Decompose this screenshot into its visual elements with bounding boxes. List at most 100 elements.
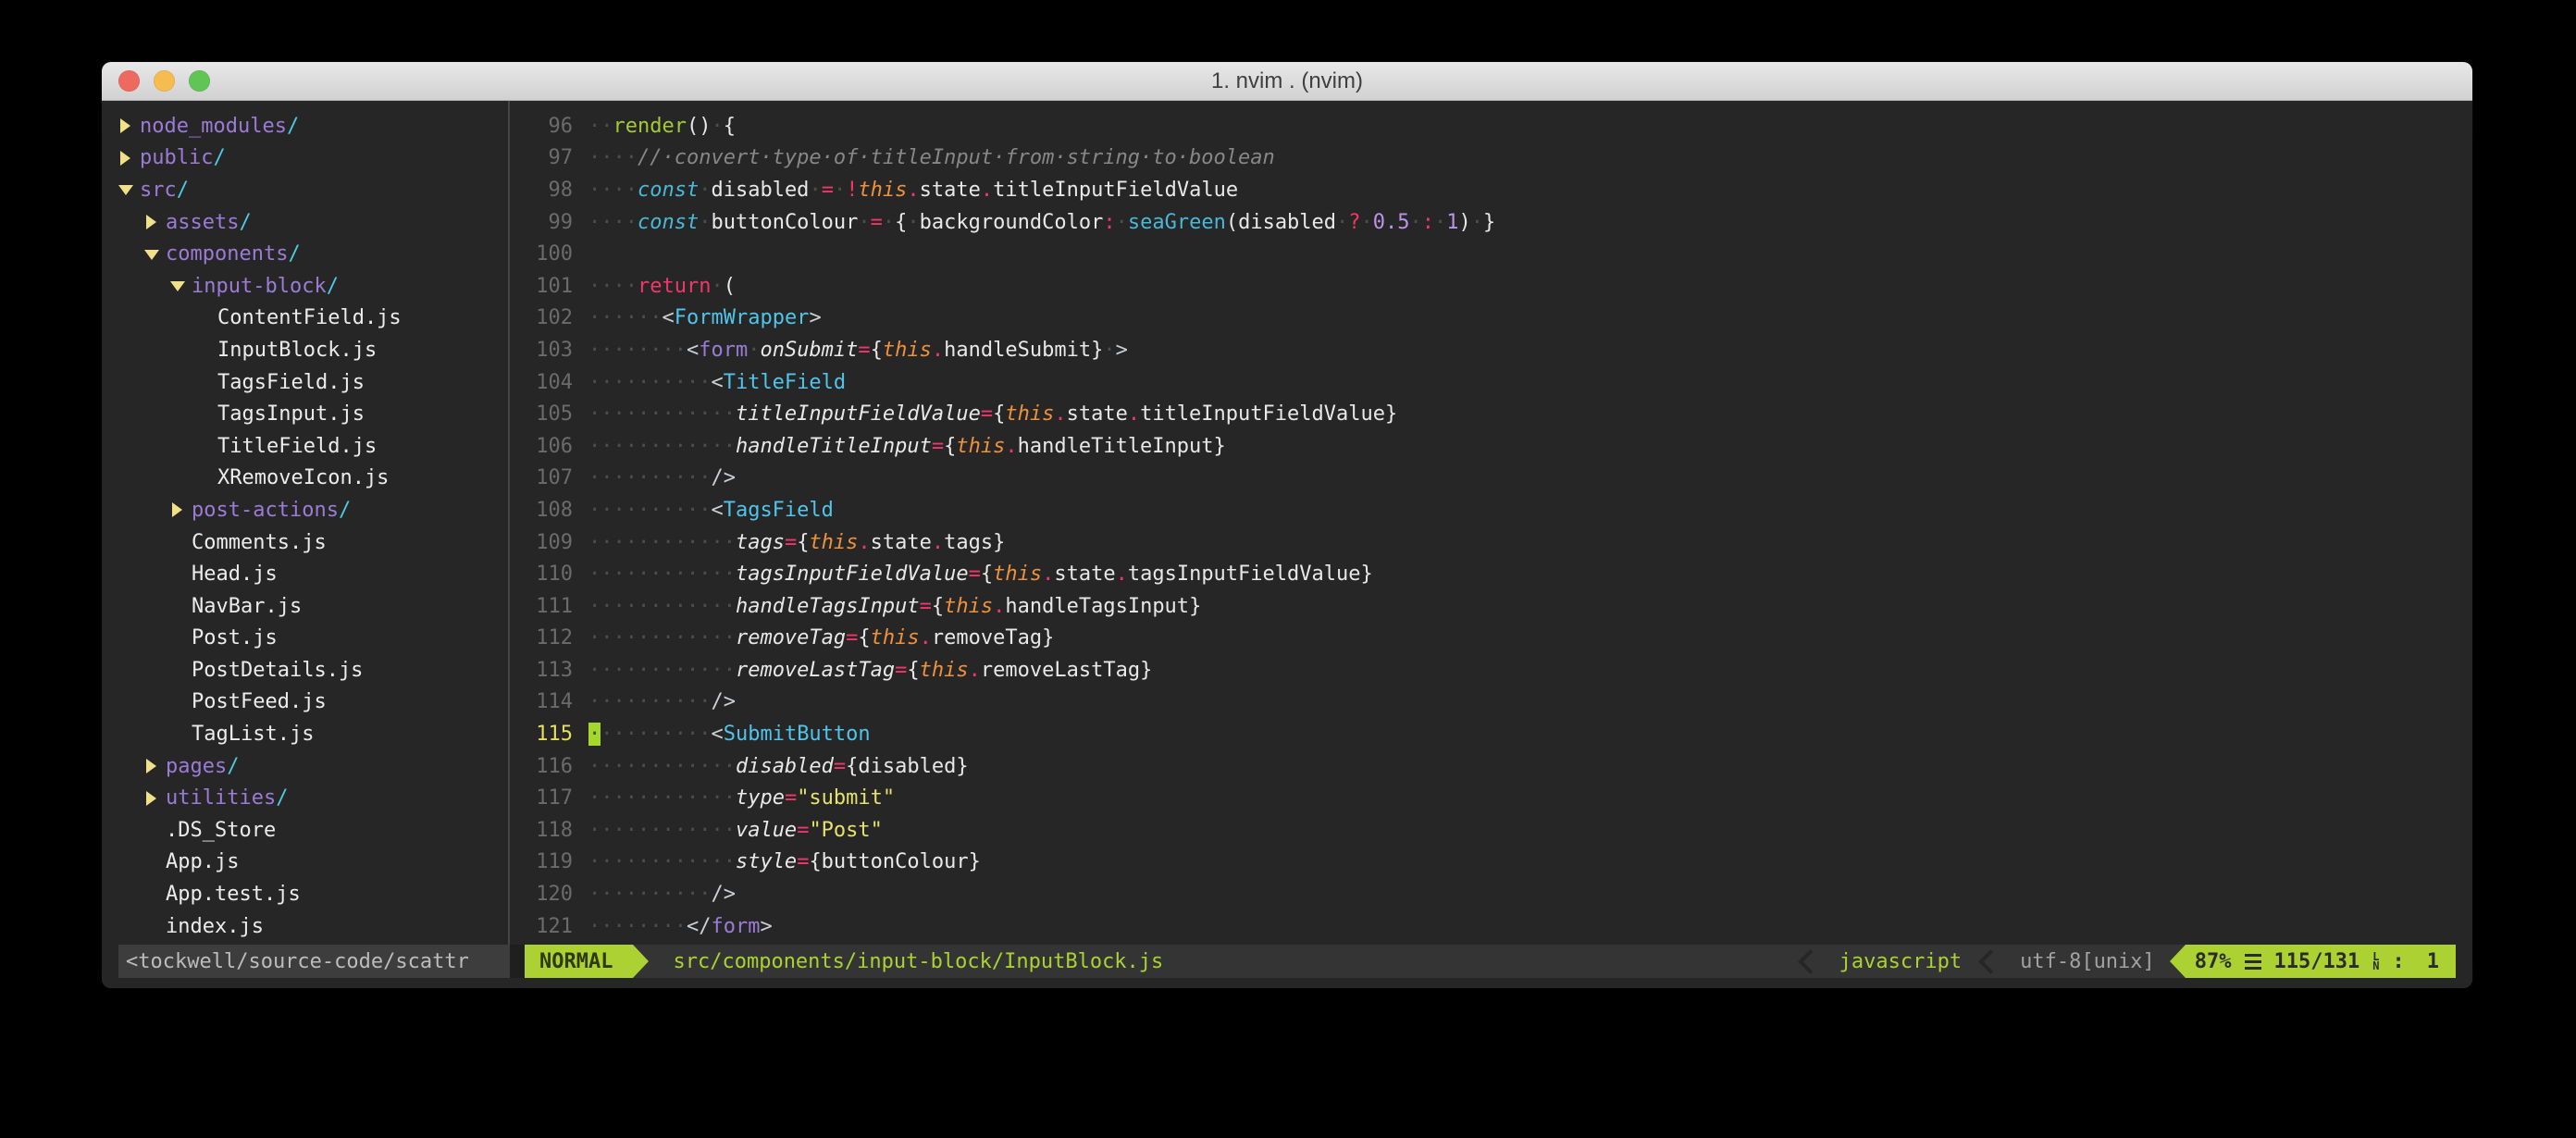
chevron-right-icon[interactable] bbox=[144, 206, 166, 239]
tree-item-Comments.js[interactable]: Comments.js bbox=[118, 526, 502, 559]
tree-item-TagsInput.js[interactable]: TagsInput.js bbox=[118, 398, 502, 430]
tree-item-NavBar.js[interactable]: NavBar.js bbox=[118, 590, 502, 623]
code-line-112[interactable]: 112············removeTag={this.removeTag… bbox=[515, 623, 2456, 655]
tree-item-TagsField.js[interactable]: TagsField.js bbox=[118, 366, 502, 399]
chevron-right-icon[interactable] bbox=[170, 494, 192, 526]
code-line-121[interactable]: 121········</form> bbox=[515, 910, 2456, 943]
token-ws: ············ bbox=[588, 786, 736, 810]
tree-item-src[interactable]: src/ bbox=[118, 174, 502, 206]
code-line-98[interactable]: 98····const·disabled·=·!this.state.title… bbox=[515, 174, 2456, 206]
tree-item-components[interactable]: components/ bbox=[118, 238, 502, 270]
code-line-103[interactable]: 103········<form·onSubmit={this.handleSu… bbox=[515, 334, 2456, 366]
tree-item-post-actions[interactable]: post-actions/ bbox=[118, 494, 502, 526]
token-nm: 1 bbox=[1446, 211, 1458, 234]
code-line-116[interactable]: 116············disabled={disabled} bbox=[515, 750, 2456, 783]
token-op: = bbox=[895, 659, 907, 682]
code-line-107[interactable]: 107··········/> bbox=[515, 463, 2456, 495]
code-line-100[interactable]: 100 bbox=[515, 238, 2456, 270]
zoom-button[interactable] bbox=[189, 70, 210, 92]
token-tx: { bbox=[944, 435, 956, 458]
minimize-button[interactable] bbox=[154, 70, 175, 92]
tree-item-ContentField.js[interactable]: ContentField.js bbox=[118, 303, 502, 335]
code-line-101[interactable]: 101····return·( bbox=[515, 270, 2456, 303]
code-line-118[interactable]: 118············value="Post" bbox=[515, 814, 2456, 847]
tree-item-pages[interactable]: pages/ bbox=[118, 750, 502, 783]
code-line-114[interactable]: 114··········/> bbox=[515, 687, 2456, 719]
cursor: · bbox=[588, 723, 601, 746]
code-line-119[interactable]: 119············style={buttonColour} bbox=[515, 847, 2456, 879]
code-line-120[interactable]: 120··········/> bbox=[515, 878, 2456, 910]
code-line-105[interactable]: 105············titleInputFieldValue={thi… bbox=[515, 398, 2456, 430]
tree-item-input-block[interactable]: input-block/ bbox=[118, 270, 502, 303]
code-line-104[interactable]: 104··········<TitleField bbox=[515, 366, 2456, 399]
chevron-down-icon[interactable] bbox=[144, 238, 166, 270]
close-button[interactable] bbox=[118, 70, 140, 92]
tree-item-Post.js[interactable]: Post.js bbox=[118, 623, 502, 655]
line-text: ··········<SubmitButton bbox=[588, 723, 871, 746]
line-text: ········</form> bbox=[588, 915, 773, 938]
vertical-split[interactable] bbox=[508, 101, 510, 976]
code-line-106[interactable]: 106············handleTitleInput={this.ha… bbox=[515, 430, 2456, 463]
chevron-down-icon[interactable] bbox=[118, 174, 140, 206]
tree-item-XRemoveIcon.js[interactable]: XRemoveIcon.js bbox=[118, 463, 502, 495]
tree-item-label: Post.js bbox=[192, 626, 278, 649]
chevron-right-icon[interactable] bbox=[118, 110, 140, 142]
chevron-right-icon[interactable] bbox=[118, 142, 140, 175]
tree-item-public[interactable]: public/ bbox=[118, 142, 502, 175]
line-text: ············disabled={disabled} bbox=[588, 755, 969, 778]
tree-item-App.test.js[interactable]: App.test.js bbox=[118, 878, 502, 910]
chevron-down-icon[interactable] bbox=[170, 270, 192, 303]
tree-item-utilities[interactable]: utilities/ bbox=[118, 782, 502, 814]
token-br: /> bbox=[711, 466, 736, 489]
tree-item-.DS_Store[interactable]: .DS_Store bbox=[118, 814, 502, 847]
token-tx: handleTagsInput bbox=[1005, 595, 1189, 618]
code-line-117[interactable]: 117············type="submit" bbox=[515, 782, 2456, 814]
code-line-113[interactable]: 113············removeLastTag={this.remov… bbox=[515, 654, 2456, 687]
code-line-109[interactable]: 109············tags={this.state.tags} bbox=[515, 526, 2456, 559]
code-line-102[interactable]: 102······<FormWrapper> bbox=[515, 303, 2456, 335]
tree-item-PostDetails.js[interactable]: PostDetails.js bbox=[118, 654, 502, 687]
powerline-arrow-left-icon bbox=[2170, 945, 2186, 978]
title-bar[interactable]: 1. nvim . (nvim) bbox=[102, 62, 2472, 101]
code-line-111[interactable]: 111············handleTagsInput={this.han… bbox=[515, 590, 2456, 623]
cursor-position: 115/131 bbox=[2274, 950, 2360, 973]
token-tx: { bbox=[871, 339, 883, 362]
tree-item-TitleField.js[interactable]: TitleField.js bbox=[118, 430, 502, 463]
tree-item-assets[interactable]: assets/ bbox=[118, 206, 502, 239]
line-number: 104 bbox=[515, 371, 580, 394]
tree-item-TagList.js[interactable]: TagList.js bbox=[118, 718, 502, 750]
file-tree[interactable]: node_modules/public/src/assets/component… bbox=[118, 110, 502, 943]
tree-item-InputBlock.js[interactable]: InputBlock.js bbox=[118, 334, 502, 366]
token-tx: { bbox=[895, 211, 907, 234]
tree-item-Head.js[interactable]: Head.js bbox=[118, 558, 502, 590]
token-th: this bbox=[883, 339, 932, 362]
token-tx: ( bbox=[1226, 211, 1238, 234]
token-tx: {buttonColour} bbox=[809, 850, 980, 873]
tree-item-PostFeed.js[interactable]: PostFeed.js bbox=[118, 687, 502, 719]
code-line-99[interactable]: 99····const·buttonColour·=·{·backgroundC… bbox=[515, 206, 2456, 239]
token-br: < bbox=[711, 499, 723, 522]
token-br: > bbox=[1116, 339, 1128, 362]
chevron-right-icon[interactable] bbox=[144, 750, 166, 783]
tree-item-label: ContentField.js bbox=[217, 306, 402, 329]
code-line-97[interactable]: 97····//·convert·type·of·titleInput·from… bbox=[515, 142, 2456, 175]
token-ws: ···· bbox=[588, 179, 638, 202]
tree-item-label: App.test.js bbox=[166, 883, 301, 906]
token-tx: state bbox=[1067, 402, 1128, 426]
token-ws: · bbox=[1471, 211, 1483, 234]
code-line-115[interactable]: 115··········<SubmitButton bbox=[515, 718, 2456, 750]
code-line-108[interactable]: 108··········<TagsField bbox=[515, 494, 2456, 526]
status-bar: <tockwell/source-code/scattr NORMAL src/… bbox=[118, 945, 2456, 978]
tree-item-App.js[interactable]: App.js bbox=[118, 847, 502, 879]
token-ws: ········· bbox=[601, 723, 711, 746]
code-line-96[interactable]: 96··render()·{ bbox=[515, 110, 2456, 142]
code-line-110[interactable]: 110············tagsInputFieldValue={this… bbox=[515, 558, 2456, 590]
token-ws: · bbox=[1103, 339, 1115, 362]
tree-item-node_modules[interactable]: node_modules/ bbox=[118, 110, 502, 142]
chevron-right-icon[interactable] bbox=[144, 782, 166, 814]
tree-item-index.js[interactable]: index.js bbox=[118, 910, 502, 943]
token-op: ! bbox=[846, 179, 858, 202]
token-tg: form bbox=[699, 339, 748, 362]
code-area[interactable]: 96··render()·{97····//·convert·type·of·t… bbox=[515, 110, 2456, 943]
line-text: ············type="submit" bbox=[588, 786, 895, 810]
